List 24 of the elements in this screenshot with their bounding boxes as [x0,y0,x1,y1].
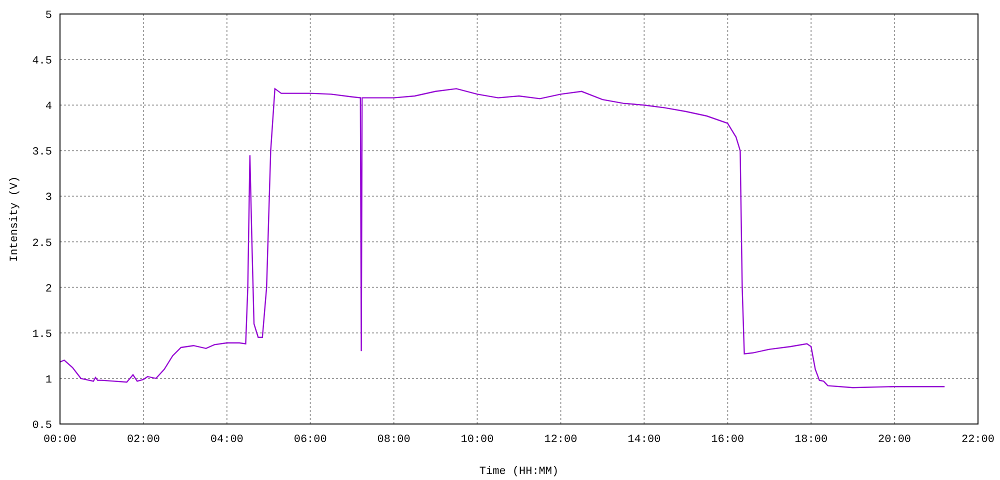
y-tick-label: 4 [45,101,52,114]
y-tick-label: 1.5 [32,328,52,341]
y-tick-label: 3.5 [32,146,52,159]
x-tick-label: 02:00 [126,434,160,446]
x-tick-label: 22:00 [962,434,994,446]
y-tick-label: 1 [45,374,52,386]
y-tick-label: 0.5 [32,420,52,432]
x-tick-label: 14:00 [628,434,661,446]
y-tick-label: 2.5 [32,238,52,250]
x-tick-label: 04:00 [210,434,244,446]
y-tick-label: 4.5 [32,56,52,68]
x-axis-title: Time (HH:MM) [479,466,559,478]
x-tick-label: 16:00 [711,434,744,446]
x-tick-label: 18:00 [794,434,828,446]
x-tick-label: 20:00 [878,434,912,446]
y-tick-label: 2 [45,283,52,296]
x-tick-label: 08:00 [377,434,410,446]
x-tick-label: 12:00 [544,434,578,446]
x-tick-label: 00:00 [44,434,76,446]
y-tick-label: 5 [45,10,52,22]
y-axis-title: Intensity (V) [9,176,21,262]
x-tick-label: 06:00 [294,434,327,446]
x-tick-label: 10:00 [460,434,494,446]
y-tick-label: 3 [45,192,52,204]
